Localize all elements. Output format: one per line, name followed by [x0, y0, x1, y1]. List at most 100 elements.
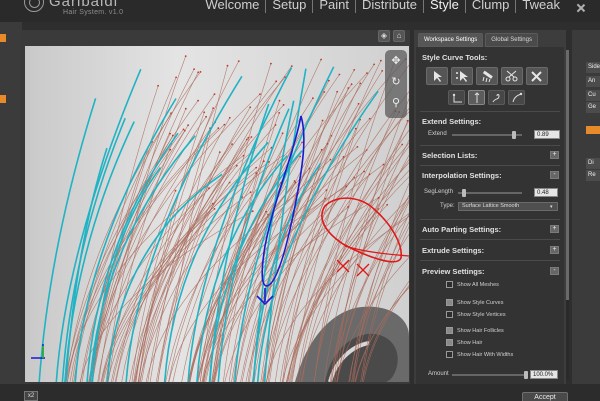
close-icon[interactable] — [577, 4, 585, 12]
style-curve-tools-title: Style Curve Tools: — [422, 53, 488, 62]
amount-slider[interactable] — [452, 374, 526, 376]
arrow-cursor-icon — [434, 71, 442, 82]
auto-parting-expand-button[interactable]: + — [550, 225, 559, 233]
hair-tip — [187, 124, 190, 127]
hair-tip — [259, 93, 261, 96]
right-tab-re[interactable]: Re — [586, 170, 600, 181]
comb-tool[interactable] — [476, 67, 498, 85]
target-icon[interactable]: ◈ — [378, 30, 390, 42]
panel-scrollbar[interactable] — [566, 50, 569, 380]
vertex-tool[interactable] — [448, 90, 465, 105]
preview-checkbox[interactable] — [446, 351, 453, 358]
hair-tip — [205, 115, 208, 118]
hair-tip — [353, 69, 356, 71]
main-nav: Welcome Setup Paint Distribute Style Clu… — [199, 0, 566, 13]
right-tab-di[interactable]: Di — [586, 158, 600, 169]
left-strip — [0, 22, 22, 401]
viewport-top-icons: ◈ ⌂ — [378, 30, 405, 42]
interpolation-collapse-button[interactable]: - — [550, 171, 559, 179]
hair-tip — [213, 208, 216, 210]
hair-tip — [217, 127, 220, 130]
right-tab-cu[interactable]: Cu — [586, 90, 600, 101]
divider — [420, 260, 560, 261]
hair-tip — [223, 123, 226, 126]
right-tab-ge[interactable]: Ge — [586, 102, 600, 113]
preview-checkbox[interactable] — [446, 327, 453, 334]
preview-checkbox[interactable] — [446, 339, 453, 346]
extend-value-field[interactable]: 0.89 — [534, 130, 560, 139]
hair-tip — [175, 76, 178, 79]
nav-tab-setup[interactable]: Setup — [265, 0, 312, 13]
nav-tab-welcome[interactable]: Welcome — [199, 0, 265, 13]
hair-tip — [366, 72, 368, 74]
accept-button[interactable]: Accept — [522, 392, 568, 401]
hair-tip — [380, 59, 382, 62]
tweak-tool[interactable] — [526, 67, 548, 85]
zoom-icon[interactable]: ⚲ — [389, 96, 403, 110]
straighten-tool[interactable] — [468, 90, 485, 105]
extend-slider-knob[interactable] — [512, 131, 517, 139]
selection-lists-expand-button[interactable]: + — [550, 151, 559, 159]
bottom-left-icon[interactable]: x2 — [24, 391, 38, 401]
nav-tab-distribute[interactable]: Distribute — [355, 0, 423, 13]
seglength-value-field[interactable]: 0.48 — [534, 188, 558, 197]
hair-tip — [249, 106, 252, 109]
rotate-icon[interactable]: ↻ — [389, 75, 403, 89]
nav-tab-paint[interactable]: Paint — [312, 0, 355, 13]
hair-tip — [262, 160, 265, 163]
tab-global-settings[interactable]: Global Settings — [485, 33, 538, 47]
right-tab-side[interactable]: Side — [586, 62, 600, 73]
tab-workspace-settings[interactable]: Workspace Settings — [418, 33, 484, 47]
curl-tool[interactable] — [488, 90, 505, 105]
hair-tip — [212, 107, 215, 109]
right-tab-an[interactable]: An — [586, 76, 600, 87]
nav-tab-style[interactable]: Style — [422, 0, 465, 13]
left-marker-bottom — [0, 95, 6, 103]
comb-icon — [482, 70, 493, 82]
select-points-tool[interactable] — [451, 67, 473, 85]
hair-tip — [251, 210, 254, 213]
home-icon[interactable]: ⌂ — [393, 30, 405, 42]
move-icon[interactable]: ✥ — [389, 54, 403, 68]
bottom-bar: x2 Accept — [0, 384, 600, 401]
hair-tip — [255, 166, 258, 169]
bend-tool[interactable] — [508, 90, 525, 105]
bend-icon — [512, 92, 523, 103]
preview-checkbox-label: Show Hair — [457, 340, 483, 346]
hair-tip — [368, 117, 371, 120]
hair-tip — [282, 104, 285, 106]
amount-value-field[interactable]: 100.0% — [530, 370, 558, 379]
hair-tip — [218, 151, 221, 153]
preview-checkbox-label: Show All Meshes — [457, 282, 499, 288]
type-label: Type: — [440, 203, 455, 209]
hair-tip — [171, 134, 174, 137]
preview-collapse-button[interactable]: - — [550, 267, 559, 275]
3d-viewport[interactable] — [25, 46, 409, 382]
extrude-expand-button[interactable]: + — [550, 246, 559, 254]
right-strip-highlight — [586, 126, 600, 134]
hair-tip — [368, 173, 371, 176]
hair-tip — [401, 143, 404, 146]
hair-tip — [363, 170, 365, 173]
preview-checkbox[interactable] — [446, 299, 453, 306]
hair-tip — [193, 68, 196, 70]
cut-tool[interactable] — [501, 67, 523, 85]
hair-tip — [342, 156, 345, 158]
nav-tab-clump[interactable]: Clump — [464, 0, 516, 13]
divider — [420, 239, 560, 240]
garibaldi-logo-icon — [24, 0, 44, 12]
preview-checkbox-label: Show Style Curves — [457, 300, 504, 306]
select-arrow-tool[interactable] — [426, 67, 448, 85]
scrollbar-thumb[interactable] — [566, 50, 569, 300]
nav-tab-tweak[interactable]: Tweak — [515, 0, 566, 13]
preview-checkbox[interactable] — [446, 311, 453, 318]
hair-tip — [323, 91, 326, 93]
type-select[interactable]: Surface Lattice Smooth — [458, 202, 558, 211]
preview-checkbox[interactable] — [446, 281, 453, 288]
hair-tip — [242, 154, 245, 157]
hair-tip — [350, 83, 353, 86]
seglength-slider[interactable] — [458, 192, 522, 194]
seglength-slider-knob[interactable] — [462, 189, 467, 197]
preview-checkbox-label: Show Style Vertices — [457, 312, 506, 318]
amount-slider-knob[interactable] — [524, 371, 528, 379]
